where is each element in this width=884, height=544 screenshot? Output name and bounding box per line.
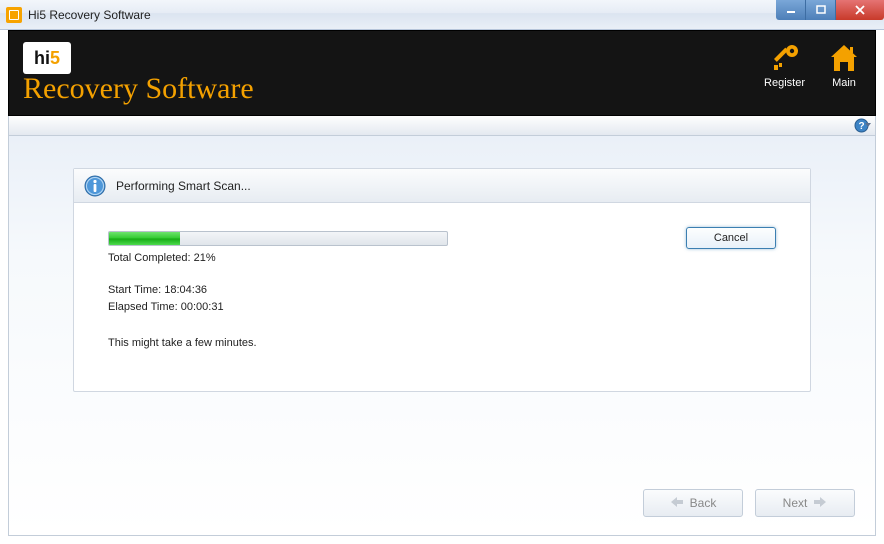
app-header: hi5 Recovery Software Register: [8, 30, 876, 116]
svg-text:?: ?: [858, 121, 864, 132]
scan-body: Cancel Total Completed: 21% Start Time: …: [74, 203, 810, 359]
logo-badge: hi5: [23, 42, 71, 74]
start-time-label: Start Time: 18:04:36: [108, 282, 776, 299]
elapsed-time-label: Elapsed Time: 00:00:31: [108, 299, 776, 316]
window-titlebar: Hi5 Recovery Software: [0, 0, 884, 30]
scan-panel: Performing Smart Scan... Cancel Total Co…: [73, 168, 811, 392]
cancel-button[interactable]: Cancel: [686, 227, 776, 249]
logo-hi: hi: [34, 48, 50, 69]
scan-progress-fill: [109, 232, 180, 245]
home-icon: [827, 41, 861, 75]
close-button[interactable]: [836, 0, 884, 20]
next-label: Next: [783, 496, 808, 510]
arrow-right-icon: [813, 496, 827, 511]
scan-panel-header: Performing Smart Scan...: [74, 169, 810, 203]
next-button[interactable]: Next: [755, 489, 855, 517]
main-label: Main: [832, 77, 856, 89]
window-title: Hi5 Recovery Software: [28, 8, 151, 22]
scan-status-text: Performing Smart Scan...: [116, 179, 251, 193]
register-label: Register: [764, 77, 805, 89]
content-area: Performing Smart Scan... Cancel Total Co…: [8, 136, 876, 536]
toolbar-strip: ?: [8, 116, 876, 136]
total-completed-label: Total Completed: 21%: [108, 252, 776, 264]
scan-progress-bar: [108, 231, 448, 246]
back-label: Back: [690, 496, 717, 510]
wizard-nav: Back Next: [643, 489, 855, 517]
maximize-button[interactable]: [806, 0, 836, 20]
app-icon: [6, 7, 22, 23]
back-button[interactable]: Back: [643, 489, 743, 517]
main-button[interactable]: Main: [827, 41, 861, 89]
product-name: Recovery Software: [23, 74, 254, 104]
help-button[interactable]: ?: [853, 117, 869, 133]
register-button[interactable]: Register: [764, 41, 805, 89]
logo: hi5 Recovery Software: [23, 42, 254, 104]
key-icon: [768, 41, 802, 75]
chevron-down-icon: [865, 123, 871, 127]
scan-hint-text: This might take a few minutes.: [108, 337, 776, 349]
minimize-button[interactable]: [776, 0, 806, 20]
arrow-left-icon: [670, 496, 684, 511]
logo-5: 5: [50, 48, 60, 69]
info-icon: [84, 175, 106, 197]
window-controls: [776, 0, 884, 20]
